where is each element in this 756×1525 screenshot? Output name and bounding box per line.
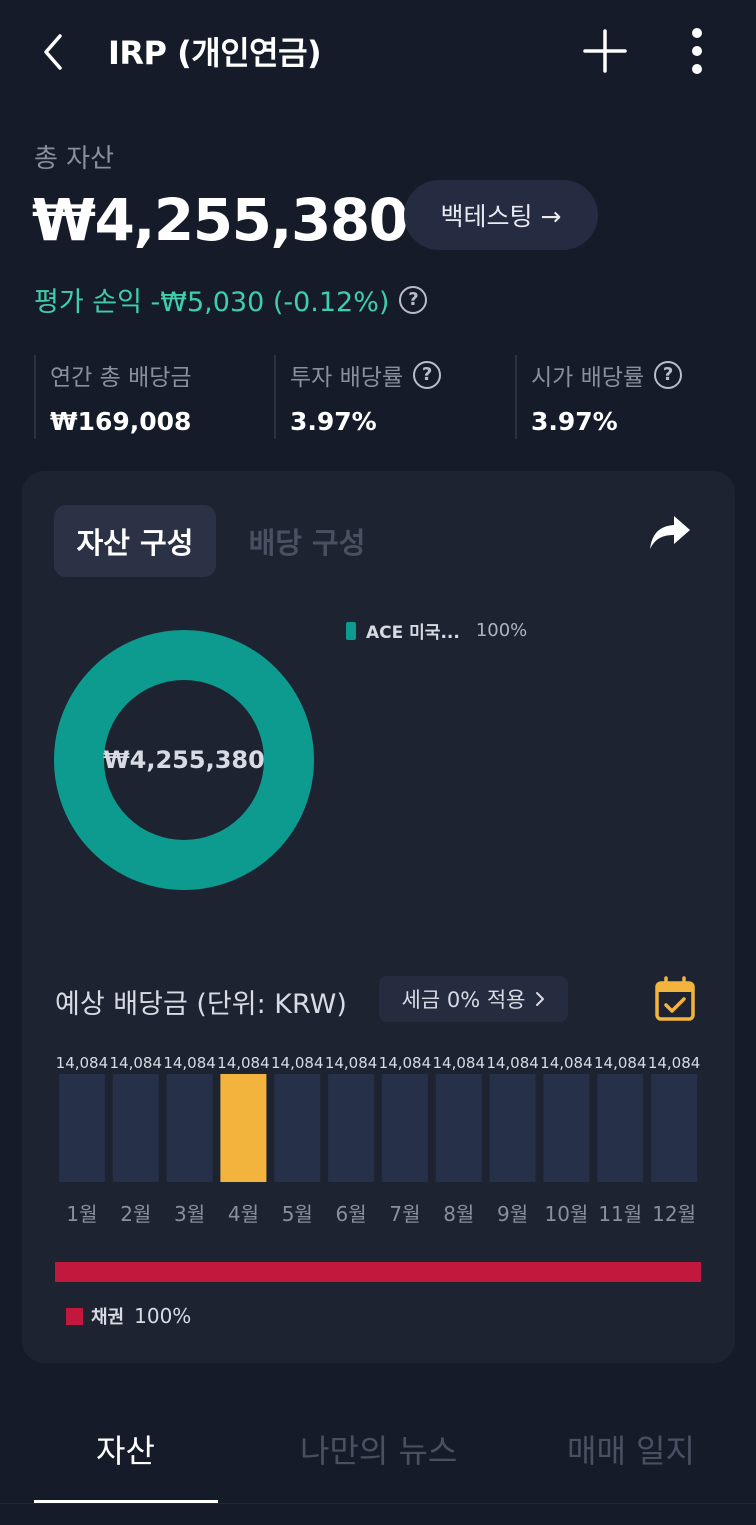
portfolio-card [22, 471, 735, 1363]
stat-value: 3.97% [290, 407, 377, 436]
legend-swatch [66, 1307, 83, 1325]
tab-my-news[interactable]: 나만의 뉴스 [300, 1426, 457, 1472]
tab-dividend-composition[interactable]: 배당 구성 [232, 505, 382, 577]
stat-investment-yield: 투자 배당률 ? 3.97% [274, 355, 442, 439]
backtest-button[interactable]: 백테스팅 → [404, 180, 598, 250]
donut-center-value: ₩4,255,380 [103, 746, 265, 774]
legend-label: 채권 [91, 1307, 125, 1328]
calendar-button[interactable] [654, 976, 696, 1022]
legend-percent: 100% [475, 620, 528, 641]
help-icon[interactable]: ? [399, 285, 428, 314]
share-button[interactable] [648, 514, 692, 552]
stat-annual-dividend: 연간 총 배당금 ₩169,008 [34, 355, 192, 439]
stat-market-yield: 시가 배당률 ? 3.97% [515, 355, 683, 439]
total-assets-value: ₩4,255,380 [32, 186, 409, 254]
tax-setting-button[interactable]: 세금 0% 적용 [379, 976, 568, 1022]
stat-label: 연간 총 배당금 [50, 365, 192, 391]
stat-label: 투자 배당률 ? [290, 355, 442, 395]
vertical-dots-icon [692, 28, 702, 74]
help-icon[interactable]: ? [654, 361, 683, 389]
tab-asset-composition[interactable]: 자산 구성 [54, 505, 216, 577]
tax-setting-label: 세금 0% 적용 [401, 988, 526, 1012]
share-arrow-icon [650, 516, 690, 549]
legend-swatch [346, 621, 356, 640]
bond-allocation-bar [55, 1262, 701, 1282]
legend-percent: 100% [134, 1304, 192, 1328]
legend-label: ACE 미국... [366, 623, 460, 643]
calendar-check-icon [655, 976, 695, 1021]
divider [0, 1503, 756, 1504]
stat-value: 3.97% [531, 407, 618, 436]
more-options-button[interactable] [684, 26, 710, 76]
add-button[interactable] [582, 28, 628, 74]
bond-legend-item: 채권 100% [66, 1303, 191, 1329]
help-icon[interactable]: ? [413, 361, 442, 389]
plus-icon [583, 29, 627, 73]
page-title: IRP (개인연금) [108, 34, 322, 72]
profit-loss-text: 평가 손익 -₩5,030 (-0.12%) [34, 287, 390, 318]
dividend-chart-title: 예상 배당금 (단위: KRW) [55, 989, 347, 1020]
chevron-right-icon [536, 992, 545, 1006]
back-button[interactable] [36, 30, 70, 74]
tab-trade-journal[interactable]: 매매 일지 [567, 1426, 695, 1472]
total-assets-label: 총 자산 [34, 144, 115, 174]
chevron-left-icon [44, 34, 62, 70]
tab-assets[interactable]: 자산 [96, 1426, 155, 1472]
profit-loss-row: 평가 손익 -₩5,030 (-0.12%) ? [34, 280, 428, 319]
stat-label: 시가 배당률 ? [531, 355, 683, 395]
stat-value: ₩169,008 [50, 407, 192, 436]
composition-legend-item[interactable]: ACE 미국... 100% [346, 618, 527, 643]
